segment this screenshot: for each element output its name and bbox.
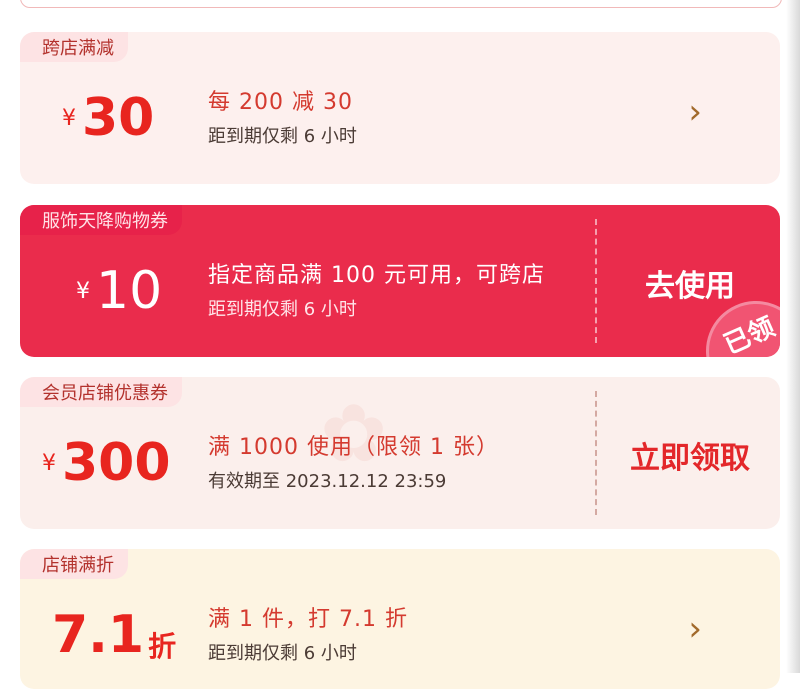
- coupon-amount: ¥ 10: [76, 251, 162, 331]
- coupon-tag: 会员店铺优惠券: [20, 377, 182, 407]
- coupon-divider: [595, 391, 597, 515]
- coupon-divider: [595, 219, 597, 343]
- coupon-card-discount[interactable]: 店铺满折 7.1 折 满 1 件，打 7.1 折 距到期仅剩 6 小时 ›: [20, 549, 780, 689]
- coupon-amount: 7.1 折: [52, 595, 176, 675]
- coupon-condition: 满 1000 使用（限领 1 张）: [208, 435, 499, 460]
- claim-coupon-button[interactable]: 立即领取: [600, 433, 780, 477]
- coupon-value: 30: [82, 88, 155, 148]
- coupon-tag: 服饰天降购物券: [20, 205, 182, 235]
- currency-symbol: ¥: [76, 278, 90, 304]
- coupon-card-cross-store[interactable]: 跨店满减 ¥ 30 每 200 减 30 距到期仅剩 6 小时 ›: [20, 32, 780, 184]
- coupon-card-apparel[interactable]: 服饰天降购物券 ¥ 10 指定商品满 100 元可用，可跨店 距到期仅剩 6 小…: [20, 205, 780, 357]
- previous-card-edge: [20, 0, 782, 8]
- currency-symbol: ¥: [42, 450, 56, 476]
- chevron-right-icon[interactable]: ›: [688, 92, 702, 132]
- discount-unit: 折: [148, 630, 177, 663]
- coupon-condition: 指定商品满 100 元可用，可跨店: [208, 263, 545, 288]
- currency-symbol: ¥: [62, 105, 76, 131]
- coupon-amount: ¥ 300: [42, 423, 171, 503]
- coupon-expiry: 距到期仅剩 6 小时: [208, 299, 357, 320]
- coupon-value: 10: [96, 261, 163, 321]
- chevron-right-icon[interactable]: ›: [688, 609, 702, 649]
- use-coupon-button[interactable]: 去使用: [600, 261, 780, 305]
- coupon-amount: ¥ 30: [62, 78, 154, 158]
- coupon-tag: 店铺满折: [20, 549, 128, 579]
- coupon-expiry: 距到期仅剩 6 小时: [208, 643, 357, 664]
- coupon-value: 7.1: [52, 605, 145, 665]
- coupon-expiry: 有效期至 2023.12.12 23:59: [208, 471, 447, 492]
- coupon-expiry: 距到期仅剩 6 小时: [208, 126, 357, 147]
- coupon-card-member[interactable]: ✿ 会员店铺优惠券 ¥ 300 满 1000 使用（限领 1 张） 有效期至 2…: [20, 377, 780, 529]
- scroll-edge-shadow: [786, 0, 800, 673]
- coupon-condition: 每 200 减 30: [208, 90, 353, 115]
- coupon-tag: 跨店满减: [20, 32, 128, 62]
- coupon-value: 300: [62, 433, 171, 493]
- coupon-condition: 满 1 件，打 7.1 折: [208, 607, 408, 632]
